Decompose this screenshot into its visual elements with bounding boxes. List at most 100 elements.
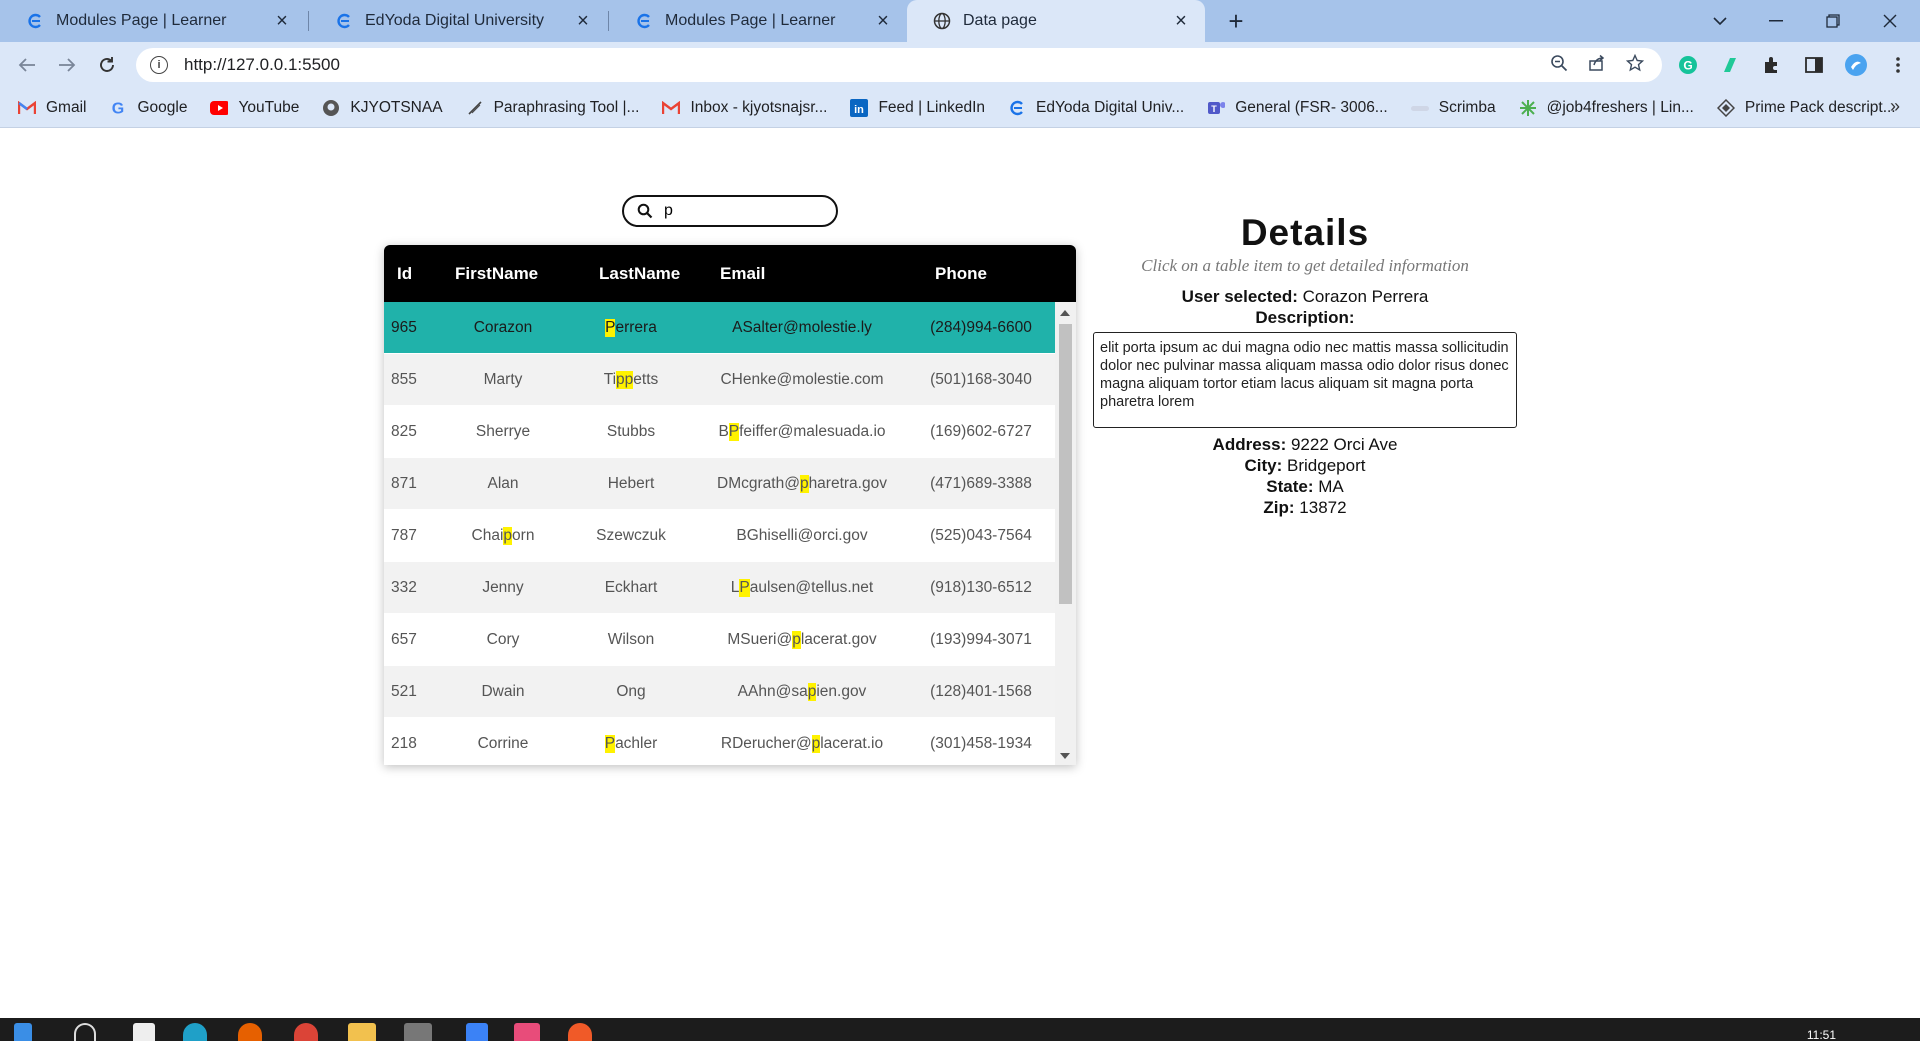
cell-lastname: Szewczuk: [596, 526, 666, 544]
cell-phone: (193)994-3071: [930, 630, 1032, 648]
table-row[interactable]: 871 Alan Hebert DMcgrath@ p haretra.gov (471)6…: [384, 458, 1055, 509]
bookmark-paraphrasing-tool[interactable]: Paraphrasing Tool |...: [466, 99, 639, 117]
table-row[interactable]: 521 Dwain Ong AAhn@sa p ien.gov (128)401-1568: [384, 666, 1055, 717]
search-input[interactable]: [664, 202, 824, 220]
scrollbar-thumb[interactable]: [1059, 324, 1072, 604]
tab-title: Data page: [963, 12, 1037, 29]
table-scrollbar[interactable]: [1055, 302, 1076, 765]
bookmark-google[interactable]: G Google: [109, 99, 187, 117]
address-value: 9222 Orci Ave: [1290, 434, 1398, 454]
svg-text:G: G: [1683, 59, 1692, 73]
search-highlight: p: [616, 370, 625, 389]
close-icon[interactable]: ×: [873, 10, 893, 32]
menu-kebab-icon[interactable]: [1886, 53, 1910, 77]
cell-email: MSueri@ p lacerat.gov: [727, 630, 877, 649]
cell-phone: (918)130-6512: [930, 578, 1032, 596]
tab-2[interactable]: Modules Page | Learner ×: [609, 0, 907, 42]
close-icon[interactable]: ×: [573, 10, 593, 32]
bookmark-prime-pack[interactable]: Prime Pack descript...: [1716, 98, 1896, 117]
bookmark-scrimba[interactable]: Scrimba: [1410, 98, 1496, 117]
info-icon[interactable]: i: [150, 56, 168, 74]
header-id[interactable]: Id: [397, 245, 412, 302]
cell-email: RDerucher@ p lacerat.io: [720, 734, 884, 753]
close-icon[interactable]: ×: [272, 10, 292, 32]
side-panel-icon[interactable]: [1802, 53, 1826, 77]
tab-search-icon[interactable]: [1700, 4, 1740, 38]
tab-3[interactable]: Data page ×: [907, 0, 1205, 42]
chevron-double-right-icon[interactable]: »: [1890, 96, 1900, 117]
quillbot-icon[interactable]: [1718, 53, 1742, 77]
header-email[interactable]: Email: [720, 245, 765, 302]
star-icon[interactable]: [1625, 53, 1645, 77]
scroll-up-arrow-icon[interactable]: [1060, 310, 1070, 316]
cell-email: B Pfeiffer@malesuada.io: [718, 422, 886, 441]
share-icon[interactable]: [1588, 54, 1606, 77]
cell-email: DMcgrath@ p haretra.gov: [717, 474, 887, 493]
bookmark-edyoda[interactable]: EdYoda Digital Univ...: [1008, 99, 1184, 117]
app-icon[interactable]: [568, 1023, 592, 1041]
restore-icon[interactable]: [1813, 4, 1853, 38]
extensions-puzzle-icon[interactable]: [1760, 53, 1784, 77]
details-panel: Details Click on a table item to get det…: [1090, 212, 1520, 518]
table-row[interactable]: 332 Jenny Eckhart L Paulsen@tellus.net (918)1…: [384, 562, 1055, 613]
file-explorer-icon[interactable]: [348, 1023, 376, 1041]
new-tab-button[interactable]: +: [1221, 6, 1251, 36]
state-line: State: MA: [1090, 476, 1520, 497]
forward-arrow-icon[interactable]: [52, 50, 82, 80]
search-icon[interactable]: [74, 1023, 96, 1041]
address-bar[interactable]: i http://127.0.0.1:5500: [136, 48, 1662, 82]
bookmark-label: Inbox - kjyotsnajsr...: [690, 98, 828, 116]
url-text[interactable]: http://127.0.0.1:5500: [184, 55, 340, 75]
cell-firstname: Marty: [483, 370, 523, 388]
window-close-icon[interactable]: [1870, 4, 1910, 38]
bookmark-gmail[interactable]: Gmail: [18, 99, 86, 117]
bookmark-label: KJYOTSNAA: [350, 98, 443, 116]
reload-icon[interactable]: [92, 50, 122, 80]
table-row[interactable]: 787 Chai p orn Szewczuk BGhiselli@orci.gov (52…: [384, 510, 1055, 561]
bookmark-label: General (FSR- 3006...: [1235, 98, 1388, 116]
tab-0[interactable]: Modules Page | Learner ×: [0, 0, 306, 42]
header-firstname[interactable]: FirstName: [455, 245, 538, 302]
task-view-icon[interactable]: [133, 1023, 155, 1041]
table-row[interactable]: 855 Marty Ti p p etts CHenke@molestie.com (501)…: [384, 354, 1055, 405]
close-icon[interactable]: ×: [1171, 10, 1191, 32]
grammarly-icon[interactable]: G: [1676, 53, 1700, 77]
bookmark-inbox[interactable]: Inbox - kjyotsnajsr...: [662, 99, 827, 117]
header-lastname[interactable]: LastName: [599, 245, 680, 302]
search-highlight: p: [799, 474, 809, 493]
back-arrow-icon[interactable]: [12, 50, 42, 80]
firefox-icon[interactable]: [238, 1023, 262, 1041]
cell-phone: (525)043-7564: [930, 526, 1032, 544]
cell-lastname: Ong: [616, 682, 646, 700]
table-body: 965 Corazon Perrera ASalter@molestie.ly (284…: [384, 302, 1055, 765]
scroll-down-arrow-icon[interactable]: [1060, 753, 1070, 759]
table-row[interactable]: 218 Corrine Pachler RDerucher@ p lacerat.io (3…: [384, 718, 1055, 765]
cell-email: AAhn@sa p ien.gov: [737, 682, 867, 701]
cell-phone: (128)401-1568: [930, 682, 1032, 700]
table-row[interactable]: 825 Sherrye Stubbs B Pfeiffer@malesuada.io (1…: [384, 406, 1055, 457]
table-row[interactable]: 657 Cory Wilson MSueri@ p lacerat.gov (193)994…: [384, 614, 1055, 665]
profile-avatar[interactable]: [1844, 53, 1868, 77]
minimize-icon[interactable]: [1756, 4, 1796, 38]
vscode-icon[interactable]: [466, 1023, 488, 1041]
bookmark-job4freshers[interactable]: @job4freshers | Lin...: [1519, 99, 1694, 117]
page-content: Id FirstName LastName Email Phone 965 Cor…: [0, 128, 1920, 1018]
cell-lastname: Perrera: [605, 318, 657, 337]
chrome-icon[interactable]: [294, 1023, 318, 1041]
tab-1[interactable]: EdYoda Digital University ×: [309, 0, 607, 42]
app-icon[interactable]: [404, 1023, 432, 1041]
windows-start-icon[interactable]: [14, 1023, 32, 1041]
table-row[interactable]: 965 Corazon Perrera ASalter@molestie.ly (284…: [384, 302, 1055, 353]
edge-icon[interactable]: [183, 1023, 207, 1041]
cell-id: 871: [391, 474, 417, 492]
search-box[interactable]: [622, 195, 838, 227]
bookmark-linkedin[interactable]: in Feed | LinkedIn: [850, 98, 985, 117]
table-header: Id FirstName LastName Email Phone: [384, 245, 1076, 302]
bookmark-label: Scrimba: [1438, 98, 1496, 116]
store-icon[interactable]: [514, 1023, 540, 1041]
bookmark-youtube[interactable]: YouTube: [210, 99, 299, 117]
bookmark-teams[interactable]: T General (FSR- 3006...: [1207, 98, 1388, 117]
header-phone[interactable]: Phone: [935, 245, 987, 302]
bookmark-github[interactable]: KJYOTSNAA: [322, 98, 443, 117]
zoom-icon[interactable]: [1550, 54, 1568, 77]
